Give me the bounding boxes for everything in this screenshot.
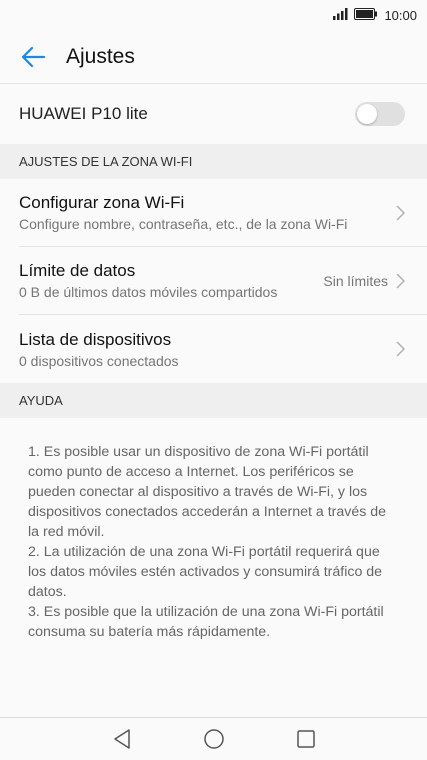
toggle-knob	[357, 104, 377, 124]
square-recents-icon	[296, 730, 315, 748]
hotspot-toggle[interactable]	[355, 102, 405, 126]
status-bar: 10:00	[0, 0, 427, 30]
section-header-help: AYUDA	[0, 383, 427, 418]
nav-home-button[interactable]	[202, 727, 226, 751]
navigation-bar	[0, 717, 427, 760]
chevron-right-icon	[396, 341, 405, 357]
nav-back-button[interactable]	[110, 727, 134, 751]
chevron-right-icon	[396, 204, 405, 221]
help-paragraph: 2. La utilización de una zona Wi-Fi port…	[28, 544, 383, 600]
item-subtitle: 0 dispositivos conectados	[19, 352, 179, 369]
help-paragraph: 3. Es posible que la utilización de una …	[28, 604, 384, 640]
list-item-data-limit[interactable]: Límite de datos 0 B de últimos datos móv…	[19, 247, 427, 315]
chevron-right-icon	[396, 272, 405, 289]
item-subtitle: 0 B de últimos datos móviles compartidos	[19, 284, 278, 300]
app-bar: Ajustes	[0, 30, 427, 84]
item-title: Lista de dispositivos	[19, 329, 172, 349]
settings-list: Configurar zona Wi-Fi Configure nombre, …	[0, 179, 427, 383]
circle-home-icon	[203, 729, 224, 749]
item-value: Sin límites	[323, 272, 388, 289]
triangle-back-icon	[113, 729, 130, 749]
section-header-hotspot: AJUSTES DE LA ZONA WI-FI	[0, 144, 427, 179]
page-title: Ajustes	[66, 44, 135, 68]
status-time: 10:00	[384, 7, 417, 23]
list-item-device-list[interactable]: Lista de dispositivos 0 dispositivos con…	[19, 315, 427, 383]
device-name: HUAWEI P10 lite	[19, 104, 148, 123]
status-icons	[333, 7, 378, 23]
item-title: Límite de datos	[19, 261, 136, 280]
help-paragraph: 1. Es posible usar un dispositivo de zon…	[28, 444, 387, 540]
battery-icon	[354, 7, 378, 23]
hotspot-toggle-row[interactable]: HUAWEI P10 lite	[0, 84, 427, 144]
item-title: Configurar zona Wi-Fi	[19, 193, 185, 212]
back-button[interactable]	[18, 42, 48, 72]
nav-recents-button[interactable]	[294, 727, 318, 751]
item-subtitle: Configure nombre, contraseña, etc., de l…	[19, 216, 348, 232]
help-text: 1. Es posible usar un dispositivo de zon…	[0, 418, 427, 642]
list-item-configure-hotspot[interactable]: Configurar zona Wi-Fi Configure nombre, …	[19, 179, 427, 247]
arrow-left-icon	[21, 46, 46, 67]
signal-icon	[333, 7, 349, 23]
